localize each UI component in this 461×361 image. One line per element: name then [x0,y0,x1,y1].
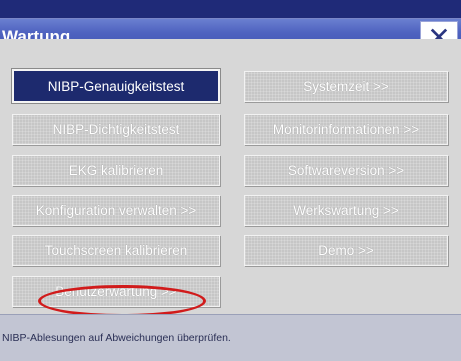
ecg-calibrate-button[interactable]: EKG kalibrieren [12,155,220,186]
system-time-button[interactable]: Systemzeit >> [244,71,448,102]
software-version-button[interactable]: Softwareversion >> [244,155,448,186]
status-bar: NIBP-Ablesungen auf Abweichungen überprü… [0,314,461,361]
config-manage-button[interactable]: Konfiguration verwalten >> [12,195,220,226]
demo-button[interactable]: Demo >> [244,235,448,266]
nibp-leak-test-button[interactable]: NIBP-Dichtigkeitstest [12,114,220,145]
touchscreen-calibrate-button[interactable]: Touchscreen kalibrieren [12,235,220,266]
nibp-accuracy-test-button[interactable]: NIBP-Genauigkeitstest [11,68,221,104]
status-hint-text: NIBP-Ablesungen auf Abweichungen überprü… [2,332,231,344]
user-maintenance-button[interactable]: Benutzerwartung >> [12,276,220,307]
factory-maintenance-button[interactable]: Werkswartung >> [244,195,448,226]
monitor-info-button[interactable]: Monitorinformationen >> [244,114,448,145]
